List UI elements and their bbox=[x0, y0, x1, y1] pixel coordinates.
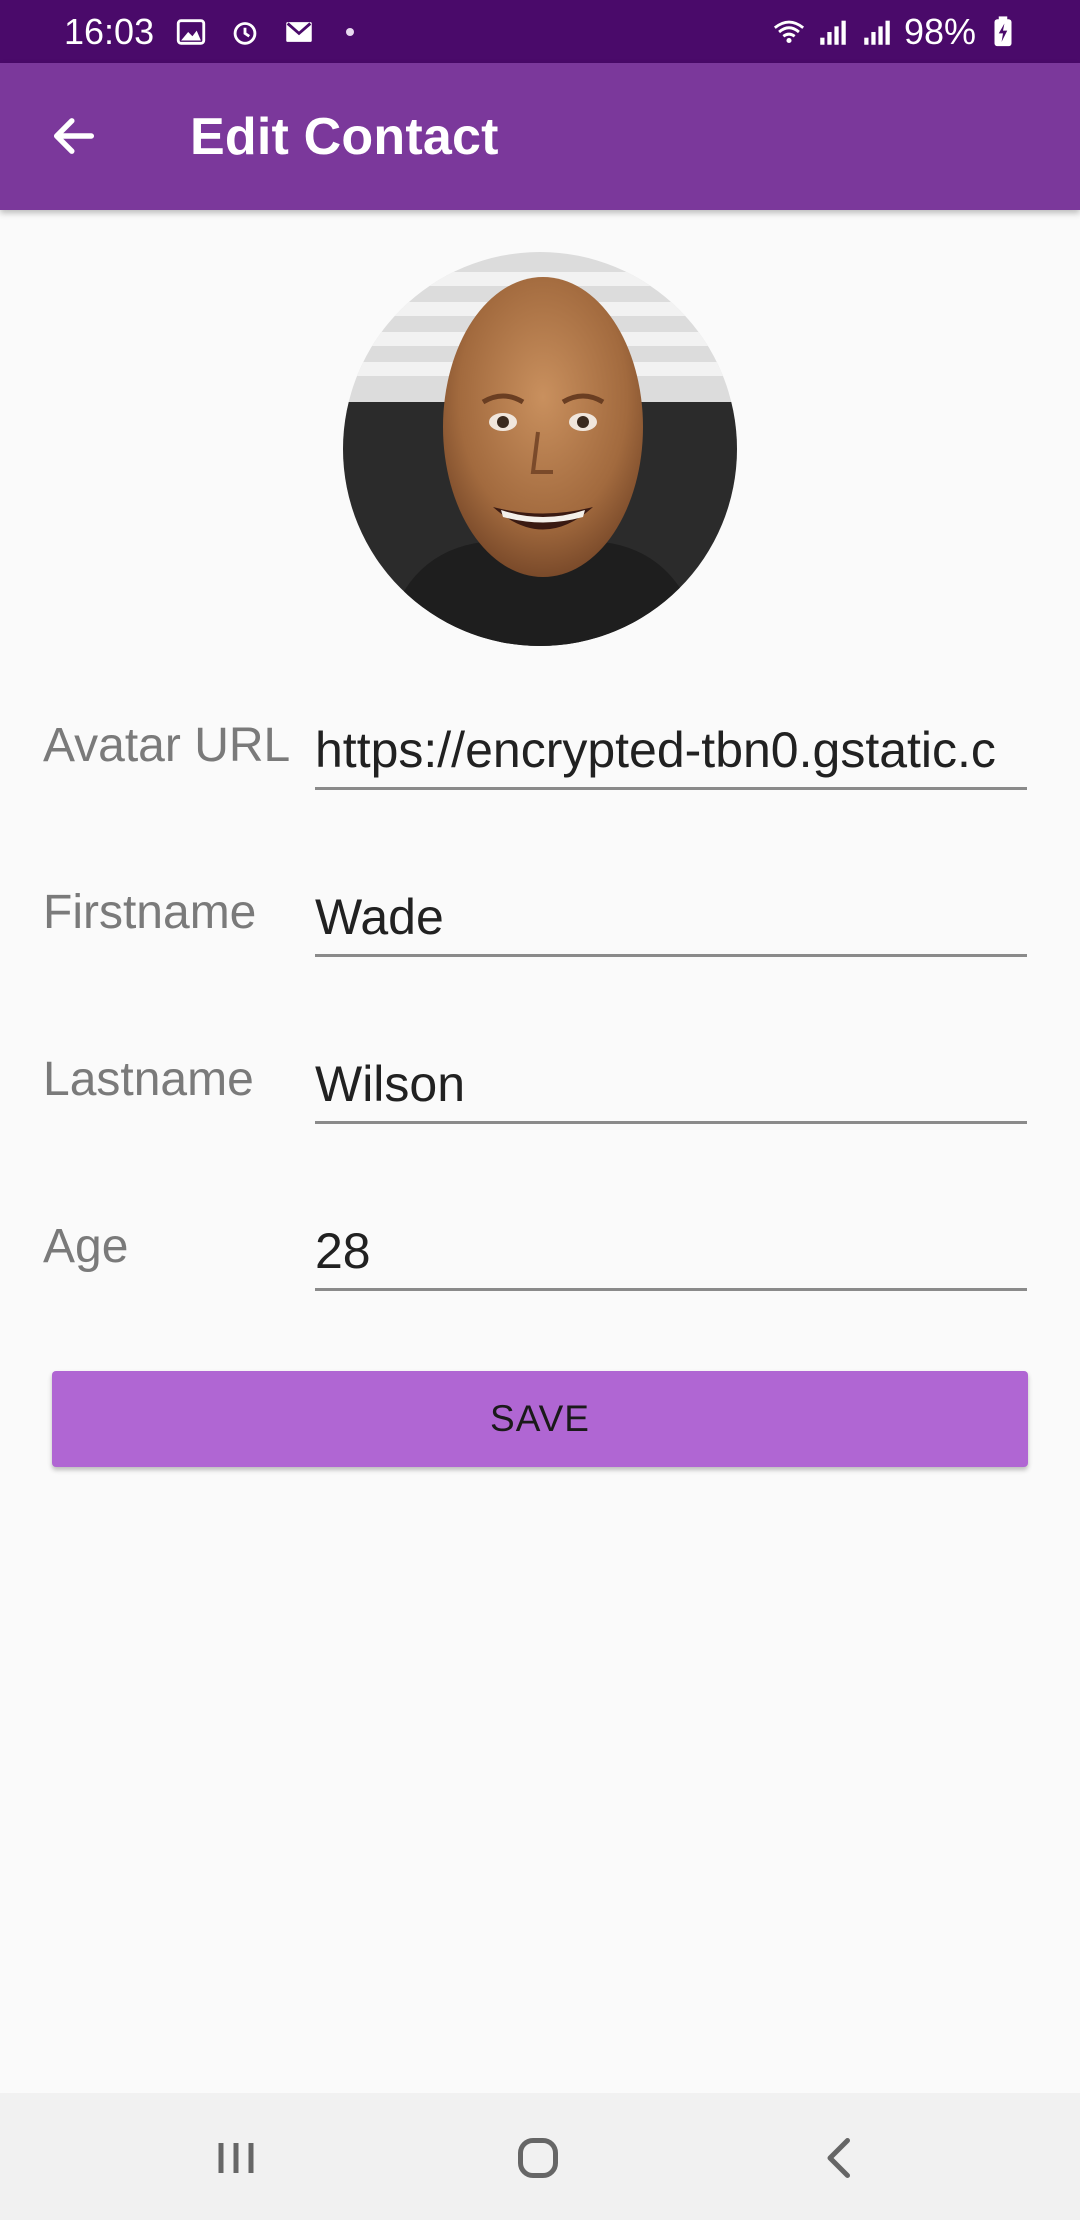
home-button[interactable] bbox=[498, 2123, 578, 2193]
age-input[interactable] bbox=[315, 1213, 1027, 1291]
notification-dot bbox=[346, 27, 355, 36]
back-icon bbox=[827, 2138, 850, 2178]
arrow-left-icon bbox=[53, 118, 95, 154]
battery-percent: 98% bbox=[903, 10, 976, 52]
save-button[interactable]: SAVE bbox=[52, 1371, 1028, 1467]
navigation-bar bbox=[0, 2093, 1080, 2220]
avatar-url-row: Avatar URL bbox=[0, 690, 1080, 810]
battery-charging-icon bbox=[986, 15, 1020, 49]
firstname-row: Firstname bbox=[0, 857, 1080, 977]
firstname-input[interactable] bbox=[315, 879, 1027, 957]
avatar-url-input[interactable] bbox=[315, 712, 1027, 790]
age-label: Age bbox=[43, 1220, 129, 1273]
back-nav-button[interactable] bbox=[800, 2123, 880, 2193]
status-time: 16:03 bbox=[64, 10, 155, 52]
recents-button[interactable] bbox=[196, 2123, 276, 2193]
page-title: Edit Contact bbox=[190, 108, 499, 166]
wifi-icon bbox=[772, 15, 806, 49]
gallery-icon bbox=[174, 15, 208, 49]
alarm-icon bbox=[228, 15, 262, 49]
app-bar: Edit Contact bbox=[0, 63, 1080, 210]
signal-icon bbox=[816, 15, 850, 49]
gmail-icon bbox=[282, 15, 316, 49]
lastname-label: Lastname bbox=[43, 1053, 254, 1106]
signal-icon bbox=[860, 15, 894, 49]
status-bar: 16:03 98% bbox=[0, 0, 1080, 63]
lastname-input[interactable] bbox=[315, 1046, 1027, 1124]
home-icon bbox=[518, 2138, 558, 2178]
firstname-label: Firstname bbox=[43, 886, 257, 939]
avatar bbox=[343, 252, 737, 646]
age-row: Age bbox=[0, 1191, 1080, 1311]
back-button[interactable] bbox=[34, 96, 114, 176]
recents-icon bbox=[218, 2143, 254, 2173]
avatar-url-label: Avatar URL bbox=[43, 719, 291, 772]
lastname-row: Lastname bbox=[0, 1024, 1080, 1144]
